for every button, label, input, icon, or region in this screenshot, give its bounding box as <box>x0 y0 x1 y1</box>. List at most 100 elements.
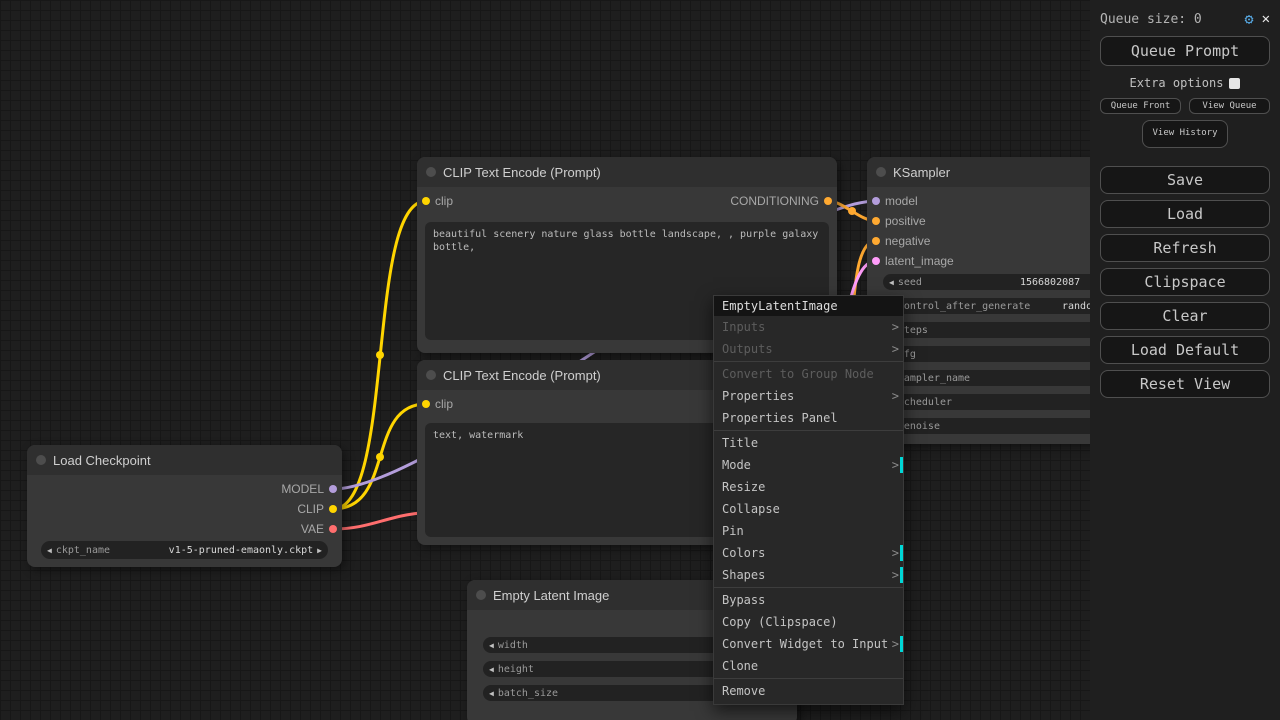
widget-label: batch_size <box>497 687 559 699</box>
clear-button[interactable]: Clear <box>1100 302 1270 330</box>
widget-label: seed <box>897 276 922 288</box>
menu-separator <box>714 361 903 362</box>
settings-gear-icon[interactable]: ⚙ <box>1245 10 1254 28</box>
menu-item-bypass[interactable]: Bypass <box>714 589 903 611</box>
menu-item-shapes[interactable]: Shapes > <box>714 564 903 586</box>
load-default-button[interactable]: Load Default <box>1100 336 1270 364</box>
slot-dot-model[interactable] <box>329 485 337 493</box>
menu-separator <box>714 587 903 588</box>
widget-ckpt-name[interactable]: ◀ ckpt_name v1-5-pruned-emaonly.ckpt ▶ <box>41 541 328 559</box>
menu-item-label: Clone <box>722 659 759 673</box>
slot-dot-negative[interactable] <box>872 237 880 245</box>
menu-panel: Queue size: 0 ⚙ ✕ Queue Prompt Extra opt… <box>1090 0 1280 720</box>
collapse-dot[interactable] <box>426 370 436 380</box>
submenu-accent-bar <box>900 567 903 583</box>
queue-front-button[interactable]: Queue Front <box>1100 98 1181 114</box>
decrement-arrow-icon[interactable]: ◀ <box>489 689 494 698</box>
menu-item-colors[interactable]: Colors > <box>714 542 903 564</box>
menu-item-label: Outputs <box>722 342 773 356</box>
submenu-arrow-icon: > <box>891 458 899 472</box>
collapse-dot[interactable] <box>876 167 886 177</box>
menu-item-inputs: Inputs > <box>714 316 903 338</box>
queue-prompt-button[interactable]: Queue Prompt <box>1100 36 1270 66</box>
menu-item-label: Convert Widget to Input <box>722 637 889 651</box>
menu-item-resize[interactable]: Resize <box>714 476 903 498</box>
widget-label: denoise <box>897 420 940 432</box>
widget-value: 1566802087 <box>1019 276 1081 288</box>
link-midpoint-dot <box>376 453 384 461</box>
refresh-button[interactable]: Refresh <box>1100 234 1270 262</box>
slot-dot-vae[interactable] <box>329 525 337 533</box>
decrement-arrow-icon[interactable]: ◀ <box>489 641 494 650</box>
slot-out-conditioning: CONDITIONING <box>725 191 837 211</box>
slot-in-clip: clip <box>417 394 458 414</box>
submenu-arrow-icon: > <box>891 320 899 334</box>
wire-clip-to-positive-prompt <box>331 199 428 511</box>
menu-item-properties[interactable]: Properties > <box>714 385 903 407</box>
slot-label: MODEL <box>281 482 324 496</box>
slot-dot-conditioning[interactable] <box>824 197 832 205</box>
submenu-accent-bar <box>900 636 903 652</box>
menu-item-convert-widget-to-input[interactable]: Convert Widget to Input > <box>714 633 903 655</box>
view-history-button[interactable]: View History <box>1142 120 1228 148</box>
view-queue-button[interactable]: View Queue <box>1189 98 1270 114</box>
extra-options-checkbox[interactable] <box>1229 77 1241 89</box>
comfyui-app: Load Checkpoint MODEL CLIP VAE ◀ ckpt_name… <box>0 0 1280 720</box>
menu-item-remove[interactable]: Remove <box>714 680 903 702</box>
menu-item-label: Title <box>722 436 759 450</box>
slot-label: latent_image <box>885 254 954 268</box>
wire-clip-to-negative-prompt <box>331 402 428 511</box>
left-arrow-icon[interactable]: ◀ <box>47 546 52 555</box>
right-arrow-icon[interactable]: ▶ <box>317 546 322 555</box>
menu-item-outputs: Outputs > <box>714 338 903 360</box>
menu-item-copy-clipspace[interactable]: Copy (Clipspace) <box>714 611 903 633</box>
context-menu: EmptyLatentImage Inputs > Outputs > Convert … <box>713 295 904 705</box>
menu-item-pin[interactable]: Pin <box>714 520 903 542</box>
menu-item-label: Pin <box>722 524 744 538</box>
slot-dot-clip[interactable] <box>422 197 430 205</box>
widget-label: width <box>497 639 528 651</box>
node-load-checkpoint[interactable]: Load Checkpoint MODEL CLIP VAE ◀ ckpt_name… <box>27 445 342 567</box>
collapse-dot[interactable] <box>426 167 436 177</box>
node-title-bar[interactable]: Load Checkpoint <box>27 445 342 475</box>
load-button[interactable]: Load <box>1100 200 1270 228</box>
collapse-dot[interactable] <box>476 590 486 600</box>
menu-item-title[interactable]: Title <box>714 432 903 454</box>
clipspace-button[interactable]: Clipspace <box>1100 268 1270 296</box>
slot-dot-latent-image[interactable] <box>872 257 880 265</box>
slot-dot-model[interactable] <box>872 197 880 205</box>
widget-label: scheduler <box>897 396 953 408</box>
submenu-accent-bar <box>900 545 903 561</box>
node-title: Empty Latent Image <box>493 587 610 603</box>
context-menu-title: EmptyLatentImage <box>714 296 903 316</box>
decrement-arrow-icon[interactable]: ◀ <box>889 278 894 287</box>
menu-item-mode[interactable]: Mode > <box>714 454 903 476</box>
reset-view-button[interactable]: Reset View <box>1100 370 1270 398</box>
menu-item-properties-panel[interactable]: Properties Panel <box>714 407 903 429</box>
slot-out-vae: VAE <box>27 519 342 539</box>
menu-item-label: Properties Panel <box>722 411 838 425</box>
slot-label: VAE <box>300 522 324 536</box>
menu-item-label: Shapes <box>722 568 766 582</box>
node-title-bar[interactable]: CLIP Text Encode (Prompt) <box>417 157 837 187</box>
menu-item-label: Inputs <box>722 320 766 334</box>
slot-label: model <box>885 194 918 208</box>
node-title: CLIP Text Encode (Prompt) <box>443 367 601 383</box>
slot-out-clip: CLIP <box>27 499 342 519</box>
collapse-dot[interactable] <box>36 455 46 465</box>
slot-dot-clip[interactable] <box>329 505 337 513</box>
menu-separator <box>714 678 903 679</box>
slot-label: positive <box>885 214 926 228</box>
submenu-arrow-icon: > <box>891 389 899 403</box>
close-icon[interactable]: ✕ <box>1262 11 1270 27</box>
decrement-arrow-icon[interactable]: ◀ <box>489 665 494 674</box>
slot-dot-positive[interactable] <box>872 217 880 225</box>
save-button[interactable]: Save <box>1100 166 1270 194</box>
menu-separator <box>714 430 903 431</box>
menu-item-collapse[interactable]: Collapse <box>714 498 903 520</box>
menu-item-clone[interactable]: Clone <box>714 655 903 677</box>
menu-item-convert-to-group-node: Convert to Group Node <box>714 363 903 385</box>
slot-dot-clip[interactable] <box>422 400 430 408</box>
slot-label: CONDITIONING <box>730 194 819 208</box>
queue-size-label: Queue size: 0 <box>1100 11 1202 27</box>
